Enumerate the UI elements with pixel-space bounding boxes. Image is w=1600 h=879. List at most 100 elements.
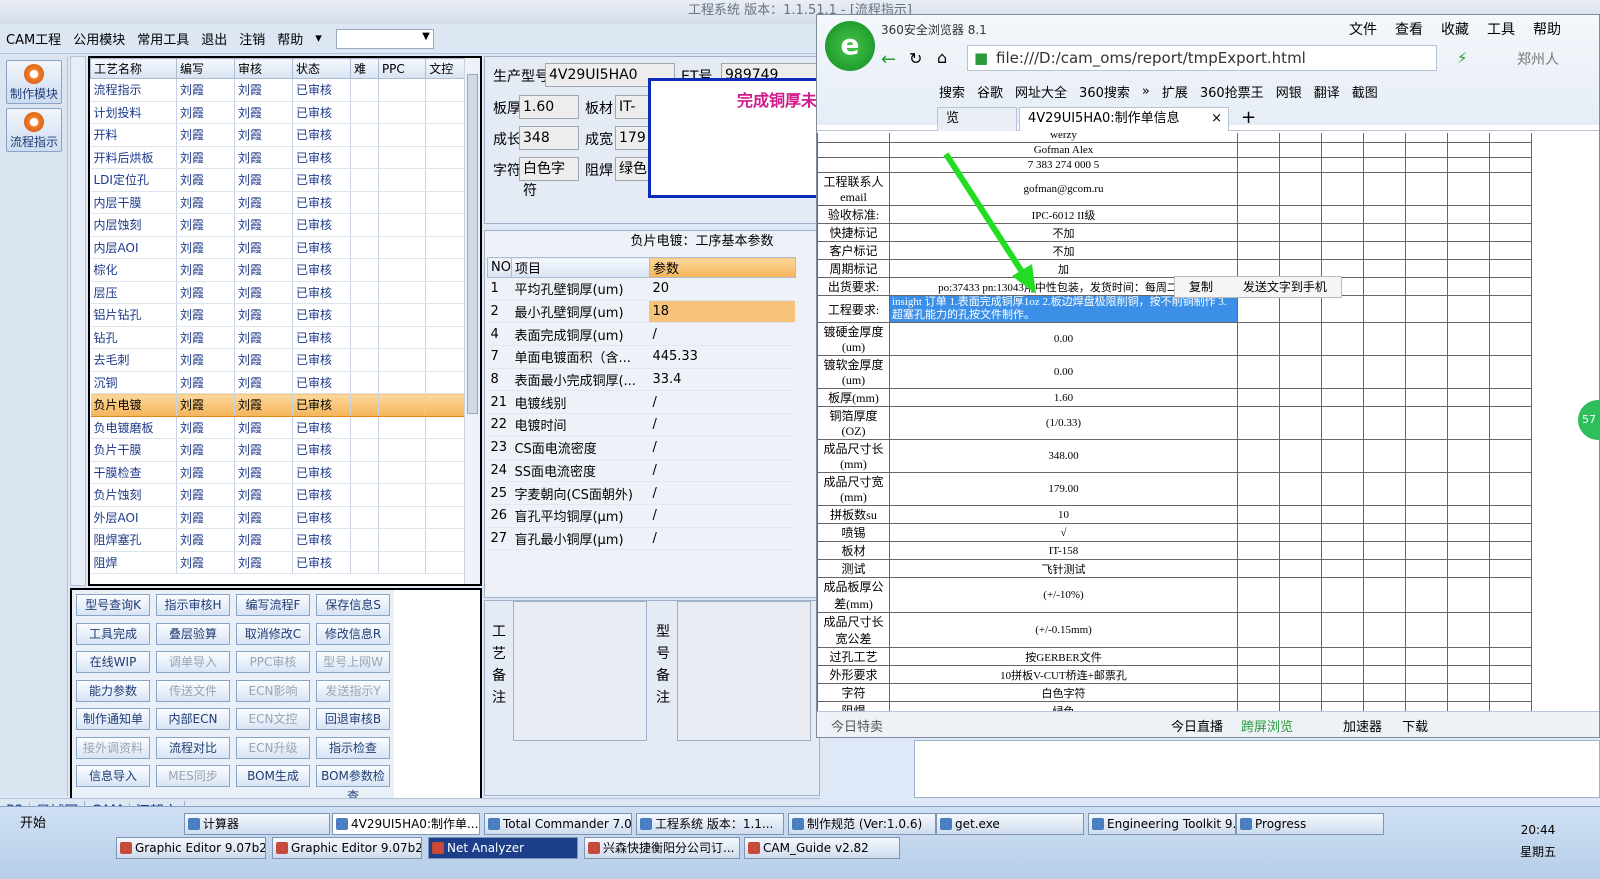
action-button[interactable]: BOM生成 [236, 765, 310, 787]
param-row[interactable]: 1 平均孔壁铜厚(um) 20 [487, 277, 796, 301]
table-row[interactable]: 负片电镀 刘霞 刘霞 已审核 [90, 393, 480, 417]
action-button[interactable]: ECN影响 [236, 679, 310, 702]
report-value[interactable]: 加 [889, 259, 1238, 278]
param-row[interactable]: 26 盲孔平均铜厚(μm) / [487, 504, 796, 528]
param-row[interactable]: 2 最小孔壁铜厚(um) 18 [487, 300, 796, 324]
menu-common-modules[interactable]: 公用模块 [67, 29, 131, 48]
action-button[interactable]: 型号上网W [316, 651, 390, 673]
action-button[interactable]: 型号查询K [76, 594, 150, 616]
browser-menu-view[interactable]: 查看 [1395, 19, 1423, 39]
browser-menu-tools[interactable]: 工具 [1487, 19, 1515, 39]
param-cell[interactable]: 18 [649, 300, 796, 324]
action-button[interactable]: 发送指示Y [316, 679, 390, 702]
length-field[interactable]: 348 [519, 126, 579, 150]
report-value[interactable]: 0.00 [889, 322, 1238, 356]
action-button[interactable]: ECN文控 [236, 708, 310, 730]
char-field[interactable]: 白色字符 [519, 157, 579, 199]
table-row[interactable]: 负片干膜 刘霞 刘霞 已审核 [90, 438, 480, 462]
table-row[interactable]: 棕化 刘霞 刘霞 已审核 [90, 258, 480, 282]
fav-360search[interactable]: 360搜索 [1079, 82, 1130, 101]
param-cell[interactable]: 445.33 [649, 345, 796, 369]
param-cell[interactable]: / [649, 459, 796, 483]
param-cell[interactable]: / [649, 413, 796, 437]
tab-previous[interactable]: 览 [937, 107, 1017, 131]
table-row[interactable]: 负电镀磨板 刘霞 刘霞 已审核 [90, 416, 480, 439]
report-value[interactable]: 不加 [889, 223, 1238, 242]
action-button[interactable]: BOM参数检查 [316, 765, 390, 803]
taskbar-item[interactable]: get.exe [936, 813, 1084, 835]
report-value[interactable]: (1/0.33) [889, 406, 1238, 440]
table-row[interactable]: 内层蚀刻 刘霞 刘霞 已审核 [90, 213, 480, 237]
action-button[interactable]: 调单导入 [156, 651, 230, 673]
table-row[interactable]: 沉铜 刘霞 刘霞 已审核 [90, 371, 480, 394]
table-row[interactable]: 干膜检查 刘霞 刘霞 已审核 [90, 461, 480, 484]
report-value[interactable]: gofman@gcom.ru [889, 172, 1238, 206]
browser-menu-help[interactable]: 帮助 [1533, 19, 1561, 39]
action-button[interactable]: 叠层验算 [156, 622, 230, 645]
action-button[interactable]: 接外调资料 [76, 736, 150, 759]
action-button[interactable]: 制作通知单 [76, 708, 150, 730]
process-col-1[interactable]: 编写 [175, 58, 235, 79]
ctx-send-to-phone[interactable]: 发送文字到手机 [1243, 280, 1327, 294]
report-value[interactable]: 按GERBER文件 [889, 647, 1238, 666]
report-value[interactable]: 10拼板V-CUT桥连+邮票孔 [889, 665, 1238, 684]
report-value[interactable]: 不加 [889, 241, 1238, 260]
action-button[interactable]: 编写流程F [236, 594, 310, 616]
status-accelerator[interactable]: 加速器 [1343, 716, 1382, 735]
action-button[interactable]: 内部ECN [156, 708, 230, 730]
table-row[interactable]: 阻焊 刘霞 刘霞 已审核 [90, 551, 480, 574]
browser-menu-file[interactable]: 文件 [1349, 19, 1377, 39]
process-col-2[interactable]: 审核 [233, 58, 293, 79]
report-value[interactable]: 7 383 274 000 5 [889, 157, 1238, 173]
param-cell[interactable]: / [649, 390, 796, 415]
report-value[interactable]: Gofman Alex [889, 142, 1238, 158]
report-value[interactable]: 白色字符 [889, 683, 1238, 702]
make-module-button[interactable]: ● 制作模块 [6, 60, 62, 104]
action-button[interactable]: 指示审核H [156, 594, 230, 616]
report-value[interactable]: IPC-6012 II级 [889, 205, 1238, 224]
table-row[interactable]: 阻焊塞孔 刘霞 刘霞 已审核 [90, 528, 480, 552]
param-cell[interactable]: / [649, 322, 796, 347]
table-row[interactable]: LDI定位孔 刘霞 刘霞 已审核 [90, 168, 480, 192]
taskbar-item[interactable]: CAM_Guide v2.82 [744, 837, 900, 859]
param-row[interactable]: 22 电镀时间 / [487, 413, 796, 437]
action-button[interactable]: 信息导入 [76, 765, 150, 787]
param-row[interactable]: 21 电镀线别 / [487, 390, 796, 415]
action-button[interactable]: 能力参数 [76, 679, 150, 702]
table-row[interactable]: 内层AOI 刘霞 刘霞 已审核 [90, 236, 480, 259]
param-row[interactable]: 4 表面完成铜厚(um) / [487, 322, 796, 347]
report-value[interactable]: 1.60 [889, 388, 1238, 407]
process-table-scrollbar[interactable] [464, 58, 480, 584]
report-value[interactable]: 348.00 [889, 439, 1238, 473]
status-cross-screen[interactable]: 跨屏浏览 [1241, 716, 1293, 735]
report-value[interactable]: IT-158 [889, 541, 1238, 560]
table-row[interactable]: 内层干膜 刘霞 刘霞 已审核 [90, 191, 480, 214]
fav-translate[interactable]: 翻译 [1314, 82, 1340, 101]
action-button[interactable]: MES同步 [156, 765, 230, 787]
table-row[interactable]: 开料后烘板 刘霞 刘霞 已审核 [90, 146, 480, 169]
start-button[interactable]: 开始 [2, 813, 58, 837]
action-button[interactable]: PPC审核 [236, 651, 310, 673]
menu-tools[interactable]: 常用工具 [131, 29, 195, 48]
taskbar-item[interactable]: 制作规范 (Ver:1.0.6) [788, 813, 936, 835]
fav-screenshot[interactable]: 截图 [1352, 82, 1378, 101]
menu-cam[interactable]: CAM工程 [0, 29, 67, 48]
process-col-0[interactable]: 工艺名称 [90, 58, 177, 79]
table-row[interactable]: 去毛刺 刘霞 刘霞 已审核 [90, 348, 480, 372]
fav-tickets[interactable]: 360抢票王 [1200, 82, 1264, 101]
taskbar-item[interactable]: Net Analyzer [428, 837, 578, 859]
menu-help[interactable]: 帮助 [271, 29, 309, 48]
taskbar-item[interactable]: 兴森快捷衡阳分公司订... [584, 837, 740, 859]
report-value[interactable]: 绿色 [889, 701, 1238, 711]
splitter[interactable] [70, 56, 86, 586]
browser-menu-favorites[interactable]: 收藏 [1441, 19, 1469, 39]
address-bar[interactable]: ■ file:///D:/cam_oms/report/tmpExport.ht… [967, 45, 1437, 71]
report-value[interactable]: insight 订单 1.表面完成铜厚1oz 2.板边焊盘极限削铜，按不削铜制作… [889, 295, 1238, 323]
close-icon[interactable]: × [1211, 108, 1222, 130]
thickness-field[interactable]: 1.60 [519, 95, 579, 119]
fav-extensions[interactable]: 扩展 [1162, 82, 1188, 101]
fav-hao[interactable]: 网址大全 [1015, 82, 1067, 101]
report-value[interactable]: √ [889, 523, 1238, 542]
fav-google[interactable]: 谷歌 [977, 82, 1003, 101]
taskbar-item[interactable]: 4V29UI5HA0:制作单... [332, 813, 480, 835]
